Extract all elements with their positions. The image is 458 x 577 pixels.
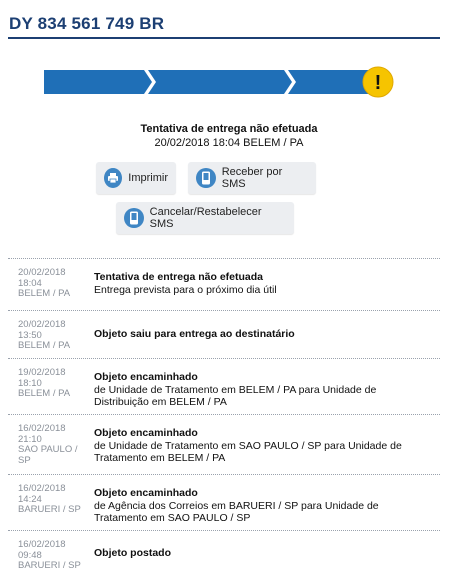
progress-step-2 bbox=[148, 70, 292, 94]
event-location: BARUERI / SP bbox=[18, 560, 81, 571]
event-body: Objeto encaminhado de Unidade de Tratame… bbox=[94, 427, 434, 465]
tracking-event: 20/02/2018 18:04 BELEM / PA Tentativa de… bbox=[8, 258, 440, 310]
event-body: Objeto encaminhado de Agência dos Correi… bbox=[94, 487, 434, 525]
tracking-event: 20/02/2018 13:50 BELEM / PA Objeto saiu … bbox=[8, 310, 440, 358]
printer-icon bbox=[104, 168, 123, 188]
event-detail: de Unidade de Tratamento em BELEM / PA p… bbox=[94, 383, 377, 409]
current-status-title: Tentativa de entrega não efetuada bbox=[140, 123, 318, 135]
tracking-event: 16/02/2018 14:24 BARUERI / SP Objeto enc… bbox=[8, 474, 440, 530]
event-meta: 16/02/2018 21:10 SAO PAULO / SP bbox=[18, 423, 88, 466]
event-body: Objeto encaminhado de Unidade de Tratame… bbox=[94, 371, 434, 409]
event-meta: 20/02/2018 18:04 BELEM / PA bbox=[18, 267, 88, 300]
event-location: BELEM / PA bbox=[18, 388, 71, 399]
progress-step-1 bbox=[44, 70, 152, 94]
event-title: Objeto saiu para entrega ao destinatário bbox=[94, 328, 295, 341]
receive-sms-label: Receber por SMS bbox=[221, 166, 283, 190]
tracking-event: 16/02/2018 09:48 BARUERI / SP Objeto pos… bbox=[8, 530, 440, 576]
event-title: Tentativa de entrega não efetuada bbox=[94, 271, 264, 283]
event-detail: de Agência dos Correios em BARUERI / SP … bbox=[94, 499, 379, 525]
event-date: 16/02/2018 bbox=[18, 483, 66, 494]
event-date: 16/02/2018 bbox=[18, 539, 66, 550]
event-title: Objeto encaminhado bbox=[94, 427, 198, 439]
event-date: 20/02/2018 bbox=[18, 319, 66, 330]
event-title: Objeto postado bbox=[94, 547, 171, 560]
tracking-events-list: 20/02/2018 18:04 BELEM / PA Tentativa de… bbox=[8, 258, 440, 576]
title-divider bbox=[8, 37, 440, 39]
event-location: BELEM / PA bbox=[18, 288, 71, 299]
event-date: 16/02/2018 bbox=[18, 423, 66, 434]
event-body: Objeto saiu para entrega ao destinatário bbox=[94, 311, 434, 358]
alert-exclamation-icon: ! bbox=[362, 66, 394, 98]
event-location: SAO PAULO / SP bbox=[18, 444, 78, 466]
progress-step-3 bbox=[288, 70, 374, 94]
event-title: Objeto encaminhado bbox=[94, 371, 198, 383]
event-meta: 20/02/2018 13:50 BELEM / PA bbox=[18, 319, 88, 352]
event-body: Tentativa de entrega não efetuada Entreg… bbox=[94, 271, 434, 296]
event-detail: de Unidade de Tratamento em SAO PAULO / … bbox=[94, 439, 402, 465]
phone-icon bbox=[124, 208, 144, 228]
event-title: Objeto encaminhado bbox=[94, 487, 198, 499]
tracking-event: 19/02/2018 18:10 BELEM / PA Objeto encam… bbox=[8, 358, 440, 414]
cancel-sms-button[interactable]: Cancelar/Restabelecer SMS bbox=[116, 202, 294, 234]
event-location: BARUERI / SP bbox=[18, 504, 81, 515]
current-status: Tentativa de entrega não efetuada 20/02/… bbox=[0, 122, 458, 150]
tracking-code-title: DY 834 561 749 BR bbox=[9, 14, 165, 33]
print-button-label: Imprimir bbox=[128, 172, 168, 184]
print-button[interactable]: Imprimir bbox=[96, 162, 176, 194]
receive-sms-button[interactable]: Receber por SMS bbox=[188, 162, 316, 194]
phone-icon bbox=[196, 168, 216, 188]
cancel-sms-label: Cancelar/Restabelecer SMS bbox=[149, 206, 262, 230]
event-detail: Entrega prevista para o próximo dia útil bbox=[94, 283, 277, 296]
alert-symbol: ! bbox=[375, 72, 382, 94]
event-date: 19/02/2018 bbox=[18, 367, 66, 378]
event-meta: 16/02/2018 09:48 BARUERI / SP bbox=[18, 539, 88, 572]
event-meta: 19/02/2018 18:10 BELEM / PA bbox=[18, 367, 88, 400]
event-location: BELEM / PA bbox=[18, 340, 71, 351]
delivery-progress-bar: ! bbox=[44, 66, 396, 98]
tracking-event: 16/02/2018 21:10 SAO PAULO / SP Objeto e… bbox=[8, 414, 440, 474]
event-date: 20/02/2018 bbox=[18, 267, 66, 278]
event-body: Objeto postado bbox=[94, 531, 434, 576]
event-meta: 16/02/2018 14:24 BARUERI / SP bbox=[18, 483, 88, 516]
current-status-datetime-location: 20/02/2018 18:04 BELEM / PA bbox=[154, 137, 304, 149]
